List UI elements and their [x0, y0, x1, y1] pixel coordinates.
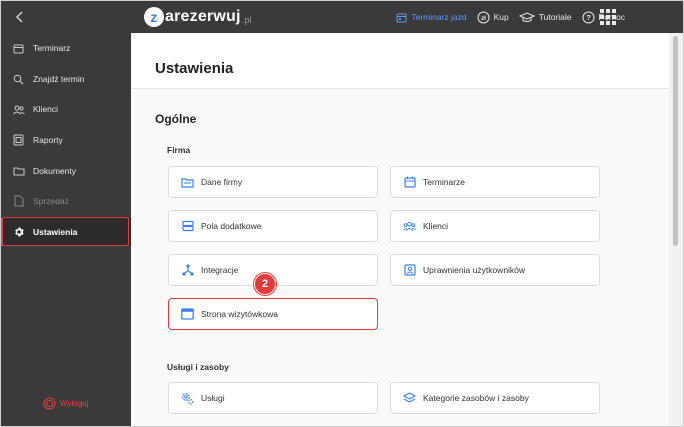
vertical-scrollbar[interactable]: [669, 33, 683, 426]
card-klienci[interactable]: Klienci: [390, 210, 600, 242]
sidebar-item-dokumenty[interactable]: Dokumenty: [1, 157, 131, 185]
people-icon: [403, 220, 416, 233]
nav-tutoriale[interactable]: Tutoriale: [518, 11, 572, 23]
nav-label: Tutoriale: [538, 12, 572, 22]
page-title: Ustawienia: [155, 60, 234, 77]
app-logo[interactable]: z arezerwuj .pl: [144, 7, 252, 27]
calendar-icon: [396, 12, 407, 23]
card-label: Kategorie zasobów i zasoby: [423, 393, 529, 403]
nav-label: Kup: [493, 12, 509, 22]
card-label: Terminarze: [423, 177, 466, 187]
card-label: Integracje: [201, 265, 239, 275]
section-title-ogolne: Ogólne: [155, 112, 197, 126]
main-content: Ustawienia Ogólne Firma Dane firmy Termi…: [131, 33, 671, 426]
sidebar-item-label: Dokumenty: [33, 166, 76, 176]
coin-icon: zł: [477, 11, 490, 24]
nav-terminarz-jazd[interactable]: Terminarz jazd: [396, 12, 467, 23]
sidebar-item-klienci[interactable]: Klienci: [1, 95, 131, 123]
app-window: Terminarz Znajdź termin Klienci Raporty: [0, 0, 684, 427]
calendar-icon: [12, 42, 25, 55]
top-nav: Terminarz jazd zł Kup Tutoriale ? Pomoc: [396, 1, 625, 33]
search-icon: [12, 73, 25, 86]
integration-icon: [181, 264, 194, 277]
sidebar-item-label: Znajdź termin: [33, 74, 85, 84]
nav-label: Terminarz jazd: [411, 12, 467, 22]
sidebar-item-label: Sprzedaż: [33, 196, 69, 206]
scrollbar-thumb[interactable]: [673, 36, 678, 246]
card-terminarze[interactable]: Terminarze: [390, 166, 600, 198]
card-uslugi[interactable]: Usługi: [168, 382, 378, 414]
logo-letter: z: [144, 7, 164, 27]
card-uprawnienia-uzytkownikow[interactable]: Uprawnienia użytkowników: [390, 254, 600, 286]
people-icon: [12, 103, 25, 116]
back-chevron-icon[interactable]: [11, 8, 29, 26]
logout-label: Wyloguj: [60, 399, 89, 408]
group-title-firma: Firma: [167, 145, 191, 155]
card-label: Usługi: [201, 393, 225, 403]
svg-text:?: ?: [586, 13, 591, 22]
step-badge-2: 2: [254, 273, 276, 295]
sidebar-item-raporty[interactable]: Raporty: [1, 126, 131, 154]
card-kategorie-zasobow[interactable]: Kategorie zasobów i zasoby: [390, 382, 600, 414]
card-label: Klienci: [423, 221, 449, 231]
logout-button[interactable]: Wyloguj: [43, 397, 88, 410]
card-pola-dodatkowe[interactable]: Pola dodatkowe: [168, 210, 378, 242]
sidebar-item-label: Raporty: [33, 135, 63, 145]
folder-icon: [181, 176, 194, 189]
apps-grid-icon[interactable]: [600, 9, 616, 30]
user-badge-icon: [403, 264, 416, 277]
sidebar-item-label: Terminarz: [33, 43, 71, 53]
card-label: Strona wizytówkowa: [201, 309, 279, 319]
card-dane-firmy[interactable]: Dane firmy: [168, 166, 378, 198]
power-icon: [43, 397, 56, 410]
svg-text:zł: zł: [481, 15, 486, 21]
fields-icon: [181, 220, 194, 233]
sidebar: Terminarz Znajdź termin Klienci Raporty: [1, 1, 131, 426]
help-icon: ?: [582, 11, 595, 24]
sidebar-item-sprzedaz[interactable]: Sprzedaż: [1, 187, 131, 215]
highlight-frame-ustawienia: [2, 217, 129, 246]
card-label: Dane firmy: [201, 177, 243, 187]
calendar-icon: [403, 176, 416, 189]
sidebar-item-znajdz-termin[interactable]: Znajdź termin: [1, 65, 131, 93]
report-icon: [12, 134, 25, 147]
graduation-cap-icon: [518, 11, 535, 23]
sidebar-item-label: Klienci: [33, 104, 59, 114]
nav-kup[interactable]: zł Kup: [477, 11, 509, 24]
top-bar: z arezerwuj .pl Terminarz jazd zł Kup Tu…: [131, 1, 683, 33]
logo-text: arezerwuj: [165, 8, 241, 25]
logo-suffix: .pl: [241, 14, 252, 25]
layers-icon: [403, 392, 416, 405]
browser-window-icon: [181, 308, 194, 321]
card-label: Pola dodatkowe: [201, 221, 262, 231]
folder-icon: [12, 165, 25, 178]
group-title-uslugi-i-zasoby: Usługi i zasoby: [167, 362, 229, 372]
card-strona-wizytowkowa[interactable]: Strona wizytówkowa: [168, 298, 378, 330]
gears-icon: [181, 392, 194, 405]
page-header: Ustawienia: [131, 33, 671, 89]
sidebar-item-terminarz[interactable]: Terminarz: [1, 34, 131, 62]
document-icon: [12, 195, 25, 208]
card-label: Uprawnienia użytkowników: [423, 265, 526, 275]
